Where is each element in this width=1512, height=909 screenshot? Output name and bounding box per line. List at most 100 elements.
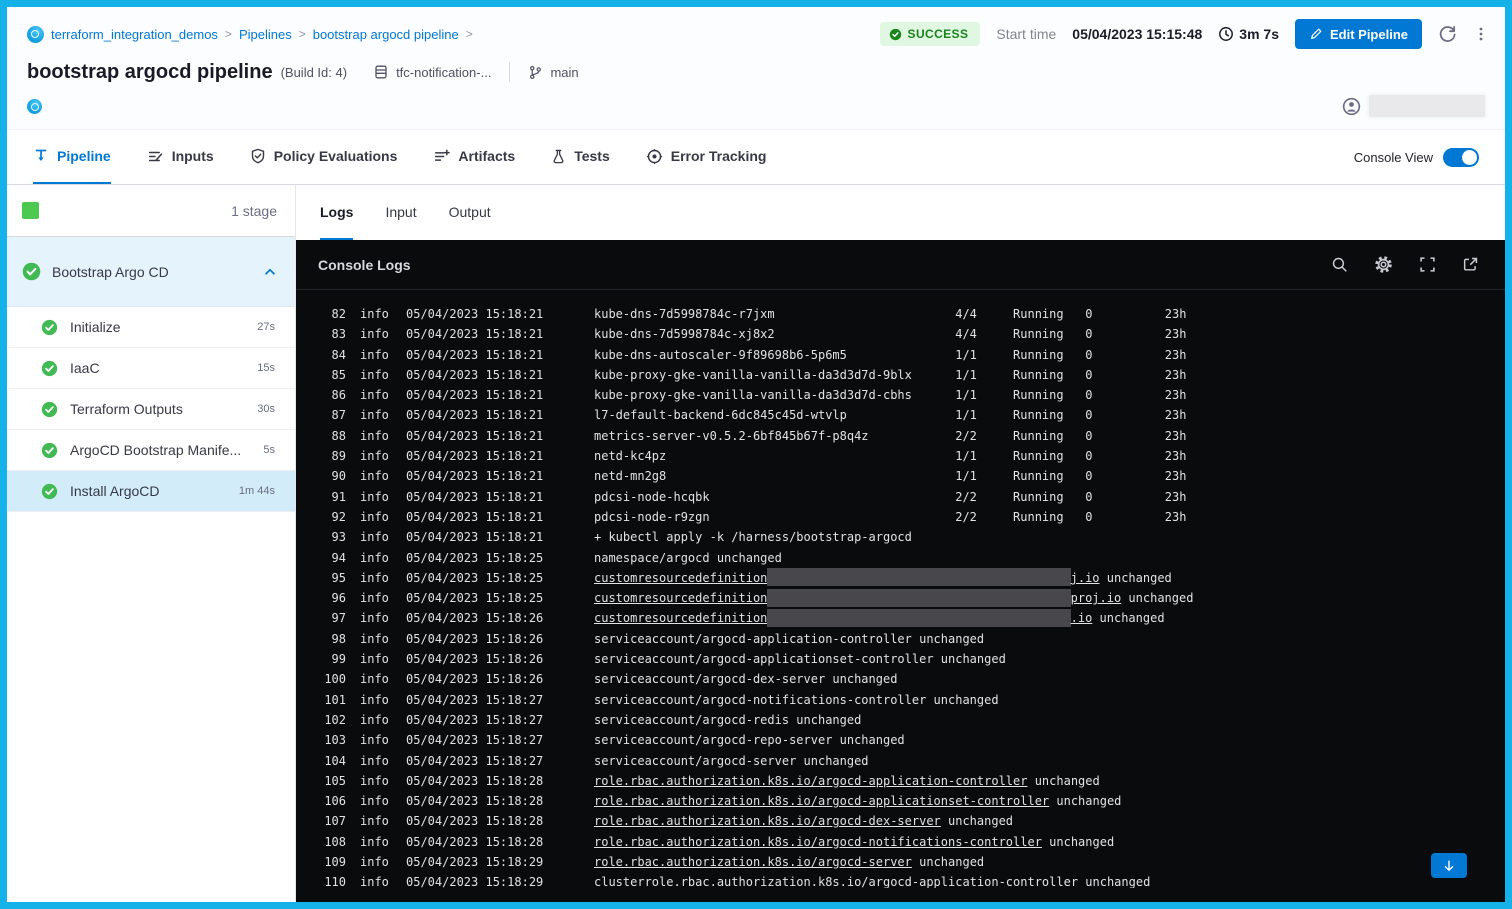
log-line-number: 94 [320, 548, 346, 568]
branch-icon [528, 65, 543, 80]
log-tab-output[interactable]: Output [449, 185, 491, 240]
log-line-number: 95 [320, 568, 346, 588]
log-message: role.rbac.authorization.k8s.io/argocd-de… [594, 811, 1013, 831]
step-argocd-bootstrap-manife[interactable]: ArgoCD Bootstrap Manife...5s [7, 430, 295, 471]
tab-policy-evaluations[interactable]: Policy Evaluations [250, 130, 398, 184]
log-line: 83info05/04/2023 15:18:21kube-dns-7d5998… [320, 324, 1505, 344]
log-timestamp: 05/04/2023 15:18:21 [406, 527, 594, 547]
console-view-toggle[interactable] [1443, 148, 1479, 167]
log-resource-link[interactable]: customresourcedefinition [594, 591, 767, 605]
fullscreen-icon [1419, 256, 1436, 273]
log-timestamp: 05/04/2023 15:18:21 [406, 385, 594, 405]
log-timestamp: 05/04/2023 15:18:26 [406, 608, 594, 628]
log-message: serviceaccount/argocd-dex-server unchang… [594, 669, 897, 689]
log-message: pdcsi-node-r9zgn 2/2 Running 0 23h [594, 507, 1186, 527]
branch-meta[interactable]: main [528, 65, 578, 80]
start-time-value: 05/04/2023 15:15:48 [1072, 26, 1202, 42]
log-line-number: 92 [320, 507, 346, 527]
log-fullscreen-button[interactable] [1419, 256, 1436, 273]
log-text: unchanged [1042, 835, 1114, 849]
harness-logo-icon-small [27, 99, 42, 114]
breadcrumb-link[interactable]: terraform_integration_demos [51, 27, 218, 42]
log-line-number: 96 [320, 588, 346, 608]
log-line-number: 103 [320, 730, 346, 750]
log-open-in-new-button[interactable] [1462, 256, 1479, 273]
log-level: info [360, 345, 394, 365]
log-line: 90info05/04/2023 15:18:21netd-mn2g8 1/1 … [320, 466, 1505, 486]
stage-row-bootstrap-argo-cd[interactable]: Bootstrap Argo CD [7, 237, 295, 307]
repo-meta[interactable]: tfc-notification-... [373, 64, 491, 80]
log-resource-link[interactable]: role.rbac.authorization.k8s.io/argocd-ap… [594, 774, 1027, 788]
log-text: serviceaccount/argocd-redis unchanged [594, 713, 861, 727]
log-settings-button[interactable] [1374, 255, 1393, 274]
log-line-number: 84 [320, 345, 346, 365]
log-message: serviceaccount/argocd-server unchanged [594, 751, 869, 771]
log-level: info [360, 730, 394, 750]
log-level: info [360, 832, 394, 852]
collapse-stage-control[interactable] [263, 265, 277, 279]
log-line: 103info05/04/2023 15:18:27serviceaccount… [320, 730, 1505, 750]
log-level: info [360, 527, 394, 547]
step-terraform-outputs[interactable]: Terraform Outputs30s [7, 389, 295, 430]
log-resource-link[interactable]: proj.io [1071, 591, 1122, 605]
log-timestamp: 05/04/2023 15:18:28 [406, 832, 594, 852]
tab-label: Error Tracking [671, 148, 767, 164]
log-resource-link[interactable]: .io [1071, 611, 1093, 625]
step-install-argocd[interactable]: Install ArgoCD1m 44s [7, 471, 295, 512]
console-actions [1331, 255, 1479, 274]
more-options-button[interactable] [1473, 26, 1489, 42]
log-tab-input[interactable]: Input [385, 185, 416, 240]
log-text: serviceaccount/argocd-repo-server unchan… [594, 733, 905, 747]
log-message: role.rbac.authorization.k8s.io/argocd-se… [594, 852, 984, 872]
tab-pipeline[interactable]: Pipeline [33, 130, 111, 184]
step-initialize[interactable]: Initialize27s [7, 307, 295, 348]
start-time-label: Start time [996, 26, 1056, 42]
step-iaac[interactable]: IaaC15s [7, 348, 295, 389]
breadcrumb-link[interactable]: Pipelines [239, 27, 292, 42]
log-resource-link[interactable]: role.rbac.authorization.k8s.io/argocd-de… [594, 814, 941, 828]
log-resource-link[interactable]: role.rbac.authorization.k8s.io/argocd-se… [594, 855, 912, 869]
log-message: customresourcedefinition j.io unchanged [594, 568, 1172, 588]
log-timestamp: 05/04/2023 15:18:21 [406, 304, 594, 324]
redacted-log-text [767, 568, 1070, 586]
tab-artifacts[interactable]: Artifacts [433, 130, 515, 184]
edit-pipeline-button[interactable]: Edit Pipeline [1295, 19, 1422, 49]
log-line: 91info05/04/2023 15:18:21pdcsi-node-hcqb… [320, 487, 1505, 507]
tab-error-tracking[interactable]: Error Tracking [646, 130, 767, 184]
log-resource-link[interactable]: customresourcedefinition [594, 571, 767, 585]
refresh-button[interactable] [1438, 25, 1457, 44]
log-text: unchanged [1100, 571, 1172, 585]
log-tab-logs[interactable]: Logs [320, 185, 353, 240]
log-line: 107info05/04/2023 15:18:28role.rbac.auth… [320, 811, 1505, 831]
breadcrumb-link[interactable]: bootstrap argocd pipeline [313, 27, 459, 42]
tab-tests[interactable]: Tests [551, 130, 610, 184]
pod-status-text: kube-dns-7d5998784c-xj8x2 4/4 Running 0 … [594, 327, 1186, 341]
log-resource-link[interactable]: j.io [1071, 571, 1100, 585]
log-line: 102info05/04/2023 15:18:27serviceaccount… [320, 710, 1505, 730]
log-level: info [360, 751, 394, 771]
tab-label: Inputs [172, 148, 214, 164]
log-resource-link[interactable]: role.rbac.authorization.k8s.io/argocd-ap… [594, 794, 1049, 808]
redacted-user-info [1369, 95, 1485, 117]
check-circle-icon [889, 28, 902, 41]
log-line: 87info05/04/2023 15:18:21l7-default-back… [320, 405, 1505, 425]
tab-inputs[interactable]: Inputs [147, 130, 214, 184]
pod-status-text: kube-proxy-gke-vanilla-vanilla-da3d3d7d-… [594, 388, 1186, 402]
log-text: unchanged [941, 814, 1013, 828]
log-resource-link[interactable]: role.rbac.authorization.k8s.io/argocd-no… [594, 835, 1042, 849]
log-line: 95info05/04/2023 15:18:25customresourced… [320, 568, 1505, 588]
log-line: 84info05/04/2023 15:18:21kube-dns-autosc… [320, 345, 1505, 365]
log-message: netd-mn2g8 1/1 Running 0 23h [594, 466, 1186, 486]
scroll-to-bottom-button[interactable] [1431, 853, 1467, 878]
log-search-button[interactable] [1331, 256, 1348, 273]
log-message: serviceaccount/argocd-redis unchanged [594, 710, 861, 730]
pod-status-text: kube-proxy-gke-vanilla-vanilla-da3d3d7d-… [594, 368, 1186, 382]
step-name: Initialize [70, 319, 121, 335]
log-level: info [360, 426, 394, 446]
edit-pipeline-label: Edit Pipeline [1330, 27, 1408, 42]
log-resource-link[interactable]: customresourcedefinition [594, 611, 767, 625]
log-timestamp: 05/04/2023 15:18:21 [406, 487, 594, 507]
repo-icon [373, 64, 389, 80]
pipeline-tabbar: Pipeline Inputs Policy Evaluations Artifact… [7, 129, 1505, 185]
log-level: info [360, 669, 394, 689]
